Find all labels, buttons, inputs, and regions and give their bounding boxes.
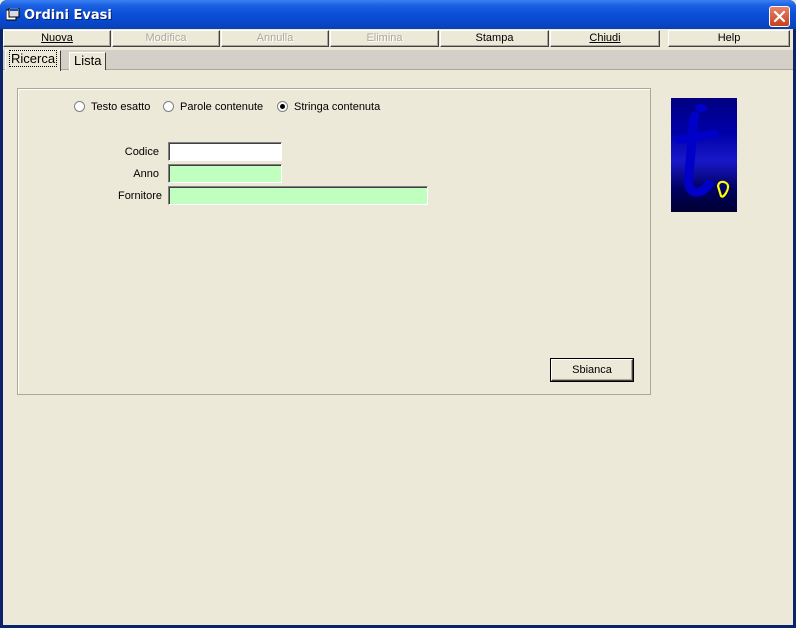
- anno-label: Anno: [133, 168, 159, 180]
- nuova-button[interactable]: Nuova: [3, 30, 111, 47]
- close-icon: [773, 10, 786, 23]
- chiudi-button[interactable]: Chiudi: [550, 30, 660, 47]
- radio-stringa-contenuta[interactable]: Stringa contenuta: [277, 100, 380, 113]
- tab-lista[interactable]: Lista: [69, 52, 107, 70]
- annulla-button[interactable]: Annulla: [221, 30, 329, 47]
- elimina-button[interactable]: Elimina: [330, 30, 439, 47]
- codice-label: Codice: [124, 146, 159, 158]
- fornitore-label: Fornitore: [117, 190, 162, 202]
- help-button[interactable]: Help: [668, 30, 790, 47]
- anno-input[interactable]: [168, 164, 282, 183]
- brand-logo-icon: [671, 98, 737, 212]
- radio-parole-contenute[interactable]: Parole contenute: [163, 100, 263, 113]
- close-button[interactable]: [769, 6, 790, 27]
- radio-testo-esatto[interactable]: Testo esatto: [74, 100, 150, 113]
- radio-label: Stringa contenuta: [294, 100, 381, 113]
- stampa-button[interactable]: Stampa: [440, 30, 549, 47]
- app-window: Ordini Evasi Nuova Modifica Annulla Elim…: [0, 0, 796, 628]
- title-bar[interactable]: Ordini Evasi: [0, 0, 796, 29]
- modifica-button[interactable]: Modifica: [112, 30, 220, 47]
- radio-button-icon: [163, 101, 174, 112]
- radio-button-icon: [74, 101, 85, 112]
- app-window-icon: [6, 8, 20, 21]
- radio-label: Testo esatto: [91, 100, 151, 113]
- window-title: Ordini Evasi: [24, 8, 112, 23]
- search-panel: Testo esatto Parole contenute Stringa co…: [17, 88, 651, 395]
- sbianca-button[interactable]: Sbianca: [551, 359, 633, 381]
- radio-button-checked-icon: [277, 101, 288, 112]
- command-toolbar: Nuova Modifica Annulla Elimina Stampa Ch…: [3, 29, 793, 47]
- tab-strip: Ricerca Lista: [3, 50, 793, 71]
- codice-input[interactable]: [168, 142, 282, 161]
- radio-label: Parole contenute: [180, 100, 264, 113]
- fornitore-input[interactable]: [168, 186, 428, 205]
- window-client-area: Nuova Modifica Annulla Elimina Stampa Ch…: [3, 29, 793, 625]
- tab-ricerca[interactable]: Ricerca: [5, 50, 62, 71]
